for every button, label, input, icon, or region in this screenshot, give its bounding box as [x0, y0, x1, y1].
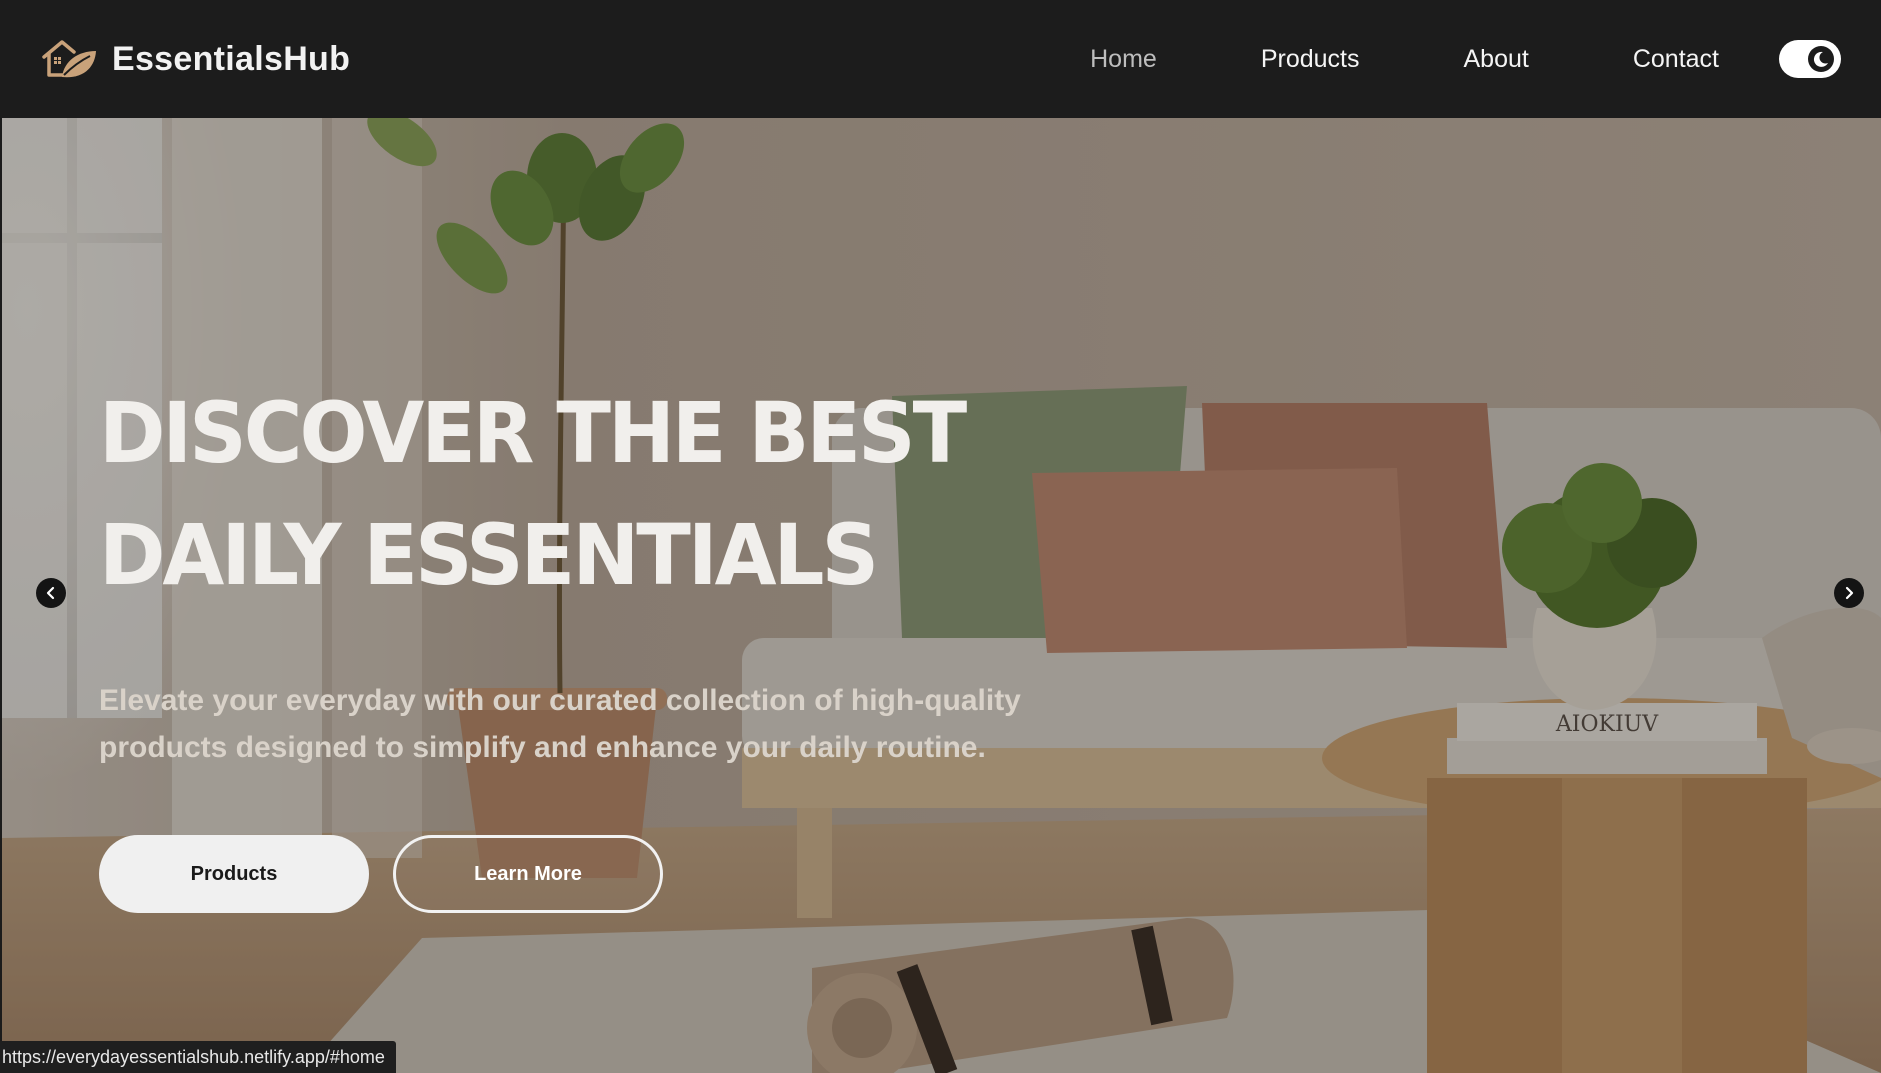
moon-icon [1808, 46, 1834, 72]
chevron-left-icon [46, 586, 55, 600]
hero-content: DISCOVER THE BEST DAILY ESSENTIALS Eleva… [99, 373, 1079, 913]
hero-section: AIOKIUV DISCOVER THE BEST DAILY ESSENTIA… [2, 118, 1881, 1073]
brand[interactable]: EssentialsHub [40, 35, 350, 83]
brand-name: EssentialsHub [112, 39, 351, 78]
navbar: EssentialsHub Home Products About Contac… [0, 0, 1881, 118]
theme-toggle[interactable] [1779, 40, 1841, 78]
house-leaf-icon [42, 40, 96, 78]
status-bar-url: https://everydayessentialshub.netlify.ap… [0, 1041, 396, 1073]
learn-more-button[interactable]: Learn More [393, 835, 663, 913]
nav-link-home[interactable]: Home [1090, 45, 1157, 74]
chevron-right-icon [1845, 586, 1854, 600]
hero-title: DISCOVER THE BEST DAILY ESSENTIALS [99, 373, 1079, 617]
hero-title-line-1: DISCOVER THE BEST [99, 384, 967, 483]
nav-link-contact[interactable]: Contact [1633, 45, 1719, 74]
hero-subtitle: Elevate your everyday with our curated c… [99, 684, 1021, 764]
nav-link-products[interactable]: Products [1261, 45, 1360, 74]
nav-link-about[interactable]: About [1463, 45, 1528, 74]
carousel-prev-button[interactable] [36, 578, 66, 608]
products-button[interactable]: Products [99, 835, 369, 913]
hero-actions: Products Learn More [99, 835, 1079, 913]
main-nav: Home Products About Contact [1090, 45, 1719, 74]
hero-title-line-2: DAILY ESSENTIALS [99, 506, 879, 604]
carousel-next-button[interactable] [1834, 578, 1864, 608]
